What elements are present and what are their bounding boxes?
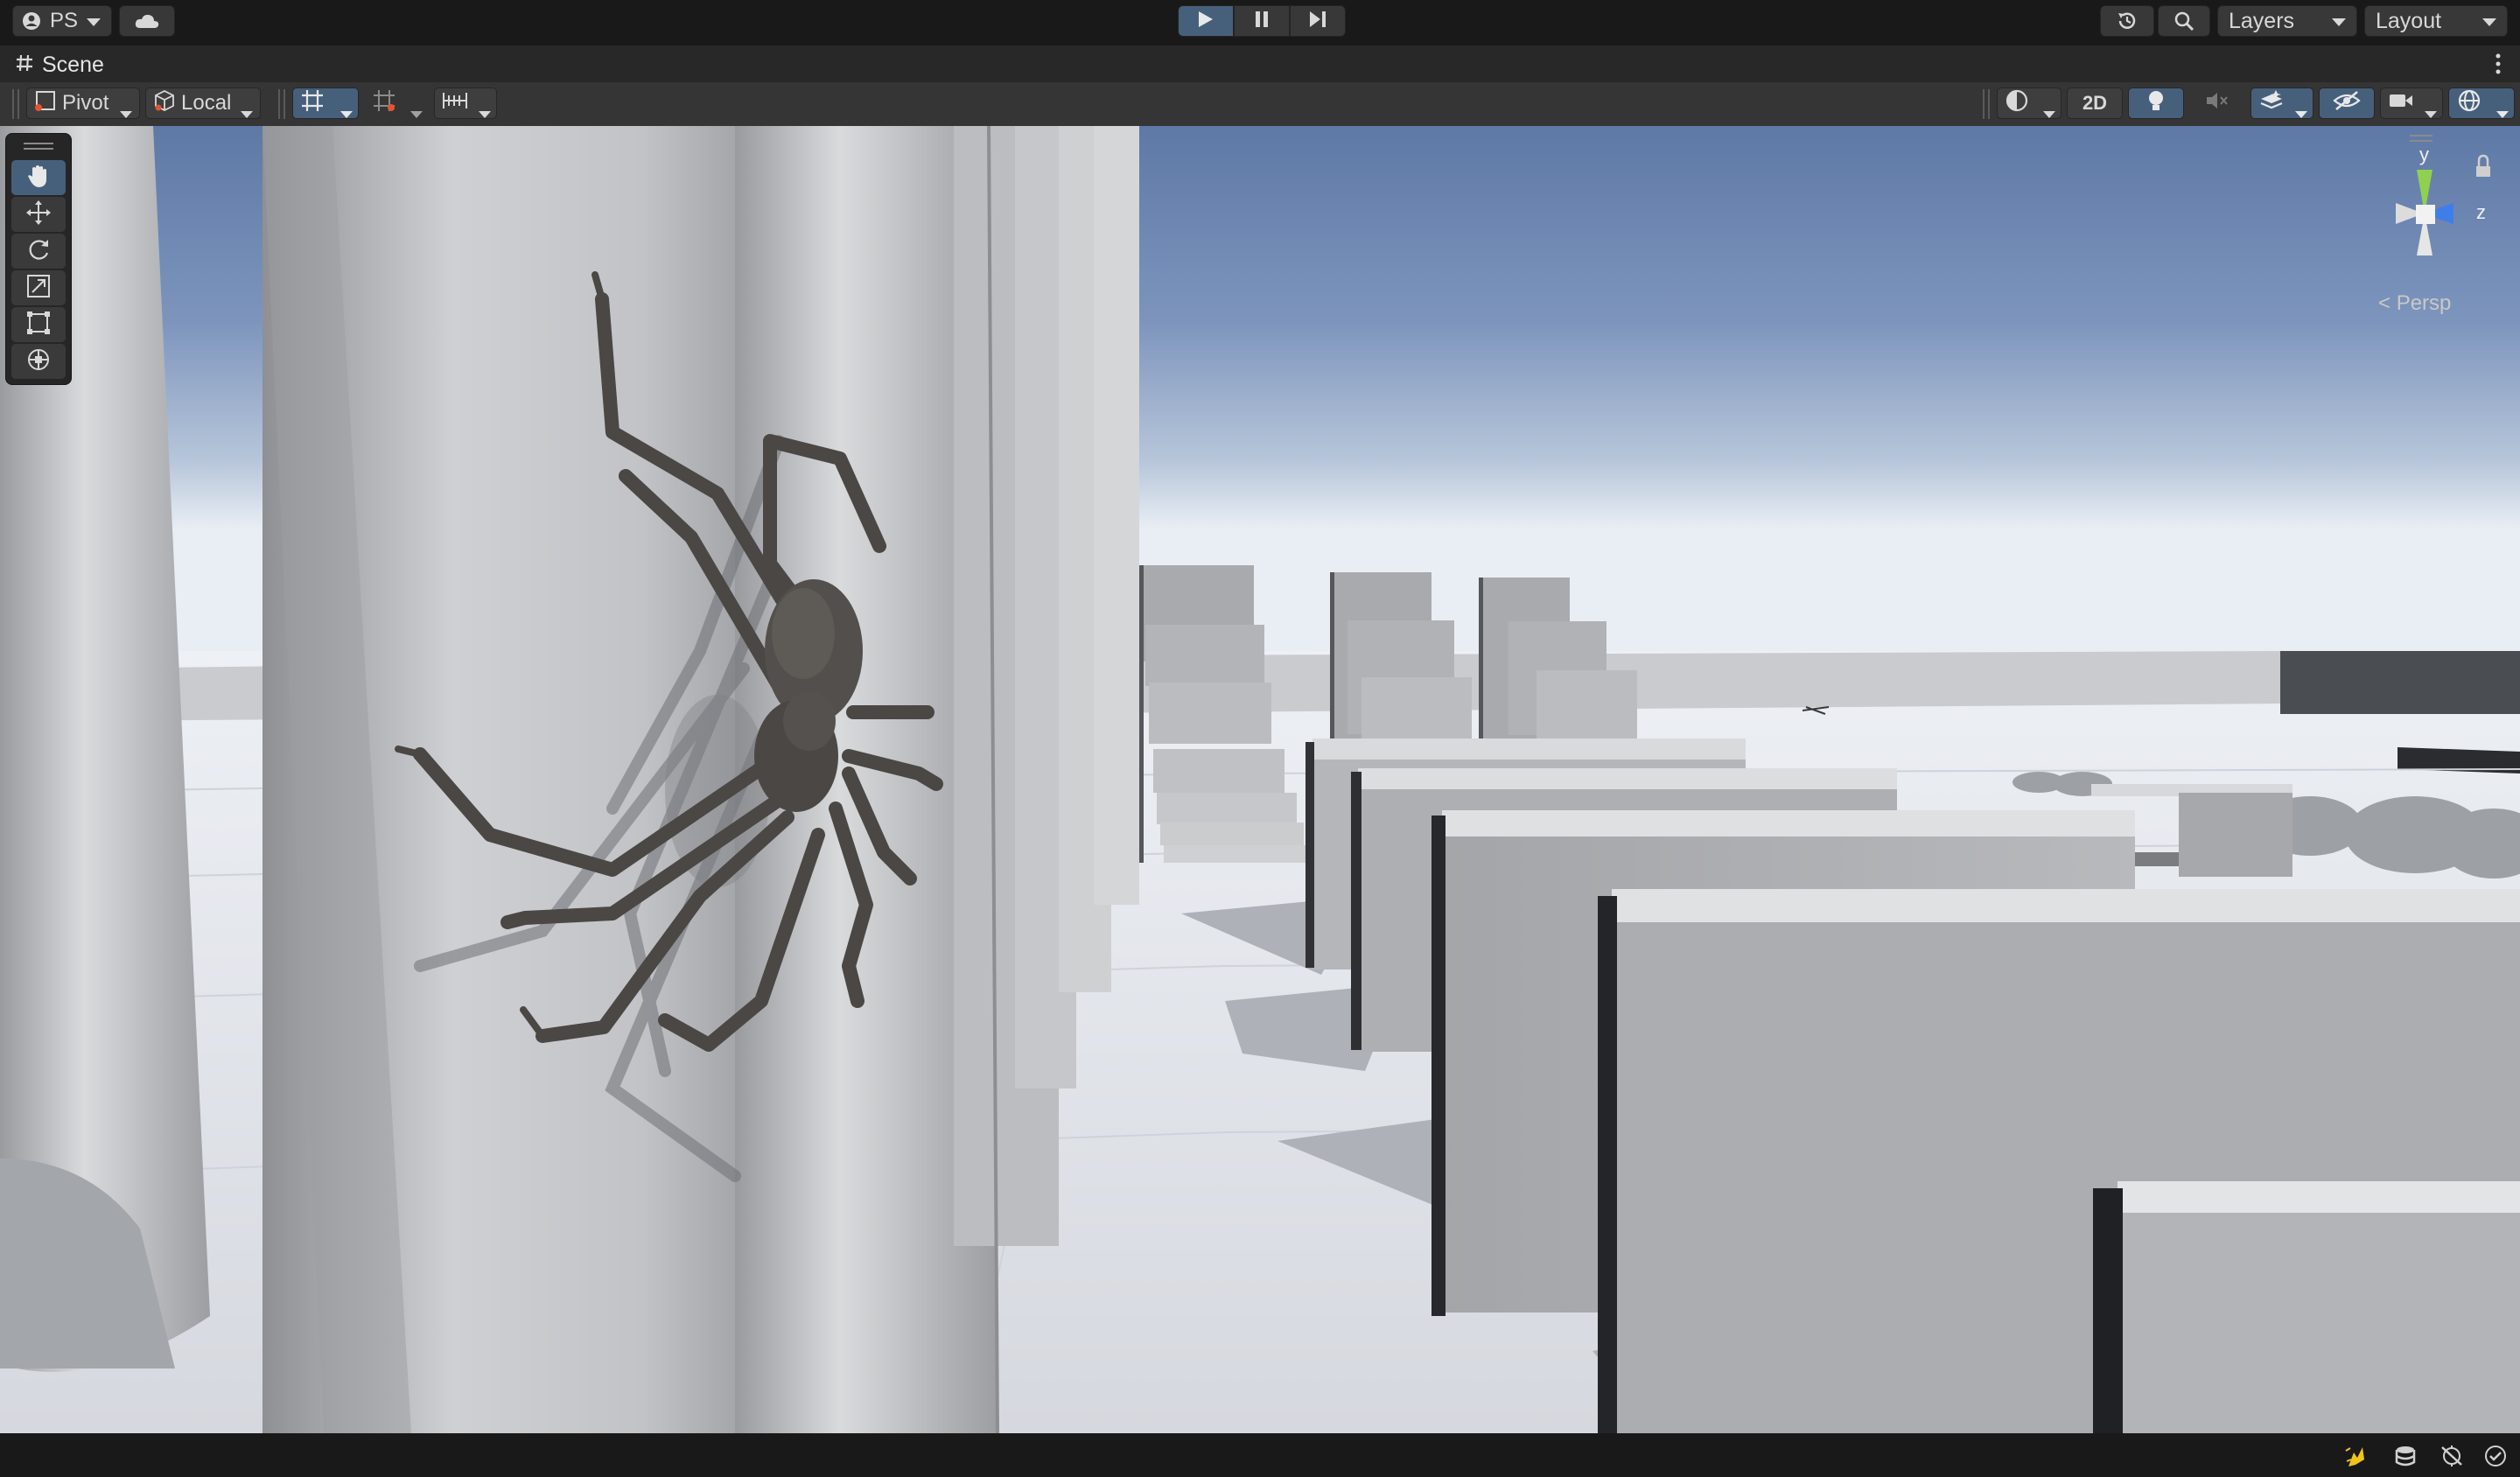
scene-visibility-toggle[interactable]: [2319, 88, 2375, 119]
scene-viewport[interactable]: y z < Persp: [0, 126, 2520, 1433]
scale-icon: [25, 273, 52, 304]
transform-icon: [25, 346, 52, 377]
step-button[interactable]: [1290, 5, 1346, 37]
auto-generate-lighting-icon[interactable]: [2438, 1444, 2466, 1468]
chevron-down-icon: [2295, 101, 2307, 125]
ruler-icon: [442, 89, 468, 118]
snap-settings-dropdown[interactable]: [364, 88, 429, 119]
tab-scene[interactable]: Scene: [16, 51, 104, 79]
layout-dropdown[interactable]: Layout: [2364, 5, 2508, 37]
search-button[interactable]: [2158, 5, 2210, 37]
2d-mode-toggle[interactable]: 2D: [2067, 88, 2123, 119]
2d-label: 2D: [2082, 92, 2108, 114]
pivot-icon: [34, 89, 57, 118]
pivot-label: Pivot: [62, 91, 109, 115]
chevron-down-icon: [340, 101, 353, 125]
gizmo-globe-icon: [2456, 88, 2482, 120]
chevron-down-icon: [2332, 18, 2346, 27]
play-icon: [1198, 10, 1214, 32]
audio-mute-icon: [2205, 90, 2230, 117]
chevron-down-icon: [2425, 101, 2437, 125]
rect-tool-button[interactable]: [11, 307, 66, 342]
playmode-controls: [1178, 5, 1346, 37]
cloud-button[interactable]: [119, 5, 175, 37]
rect-transform-icon: [25, 310, 52, 340]
pause-button[interactable]: [1234, 5, 1290, 37]
account-dropdown[interactable]: PS: [12, 5, 112, 37]
move-icon: [25, 200, 52, 230]
hidden-eye-icon: [2333, 90, 2361, 117]
pause-icon: [1255, 10, 1269, 32]
cube-icon: [153, 89, 176, 118]
toolbar-grip[interactable]: [278, 89, 285, 119]
increment-snap-dropdown[interactable]: [434, 88, 497, 119]
checkmark-status-icon[interactable]: [2482, 1444, 2510, 1468]
layout-label: Layout: [2376, 8, 2442, 33]
chevron-down-icon: [2482, 18, 2496, 27]
search-icon: [2174, 10, 2194, 32]
grid-hash-icon: [16, 52, 33, 78]
scene-tab-bar: Scene: [0, 46, 2520, 82]
projection-label: Persp: [2396, 291, 2452, 315]
gizmos-dropdown[interactable]: [2448, 88, 2515, 119]
tool-palette: [5, 133, 72, 385]
persp-chevron-icon: <: [2378, 291, 2391, 315]
audio-toggle[interactable]: [2189, 88, 2245, 119]
axis-z-label: z: [2476, 201, 2486, 223]
local-dropdown[interactable]: Local: [145, 88, 261, 119]
chevron-down-icon: [479, 101, 491, 125]
undo-history-button[interactable]: [2100, 5, 2154, 37]
camera-icon: [2388, 91, 2414, 116]
grid-snap-icon: [300, 88, 325, 119]
camera-settings-dropdown[interactable]: [2380, 88, 2443, 119]
rotate-tool-button[interactable]: [11, 234, 66, 269]
scene-view-toolbar: Pivot Local 2D: [0, 82, 2520, 127]
grid-visibility-toggle[interactable]: [292, 88, 359, 119]
toolbar-grip[interactable]: [12, 89, 19, 119]
pivot-dropdown[interactable]: Pivot: [26, 88, 140, 119]
layers-dropdown[interactable]: Layers: [2217, 5, 2357, 37]
chevron-down-icon: [2496, 101, 2509, 125]
projection-toggle[interactable]: < Persp: [2378, 291, 2451, 316]
progress-activity-icon[interactable]: [2342, 1444, 2370, 1468]
hand-tool-button[interactable]: [11, 160, 66, 195]
chevron-down-icon: [2043, 101, 2055, 125]
history-icon: [2116, 10, 2138, 32]
palette-handle[interactable]: [24, 143, 53, 150]
effects-dropdown[interactable]: [2250, 88, 2314, 119]
account-label: PS: [50, 9, 79, 32]
tab-scene-label: Scene: [42, 52, 104, 77]
layers-label: Layers: [2229, 8, 2295, 33]
transform-tool-button[interactable]: [11, 344, 66, 379]
rotate-icon: [25, 236, 52, 267]
lighting-toggle[interactable]: [2128, 88, 2184, 119]
chevron-down-icon: [120, 101, 132, 125]
scale-tool-button[interactable]: [11, 270, 66, 305]
cloud-icon: [134, 12, 160, 30]
account-icon: [22, 11, 41, 31]
local-label: Local: [181, 91, 232, 115]
chevron-down-icon: [87, 18, 101, 27]
tab-menu-icon[interactable]: [2494, 52, 2502, 75]
cache-server-icon[interactable]: [2392, 1444, 2420, 1468]
chevron-down-icon: [241, 101, 253, 125]
main-toolbar: PS Layers Layout: [0, 0, 2520, 42]
toolbar-grip[interactable]: [1983, 89, 1990, 119]
hand-icon: [25, 163, 52, 193]
status-bar: [0, 1433, 2520, 1477]
shading-sphere-icon: [2005, 88, 2029, 119]
snap-icon: [372, 88, 396, 119]
draw-mode-dropdown[interactable]: [1997, 88, 2062, 119]
lightbulb-icon: [2146, 88, 2166, 119]
effects-layers-icon: [2258, 88, 2285, 119]
play-button[interactable]: [1178, 5, 1234, 37]
axis-y-label: y: [2419, 144, 2429, 165]
step-icon: [1309, 10, 1326, 32]
chevron-down-icon: [410, 101, 423, 125]
move-tool-button[interactable]: [11, 197, 66, 232]
scene-render: [0, 126, 2520, 1433]
